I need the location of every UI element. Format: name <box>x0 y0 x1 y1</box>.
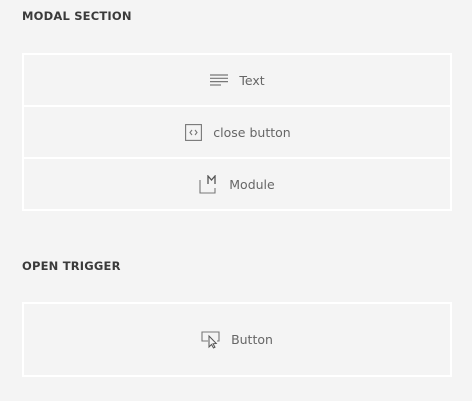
button-cursor-icon <box>201 330 221 350</box>
module-icon <box>199 174 219 194</box>
modal-item-module[interactable]: Module <box>22 157 452 211</box>
trigger-item-button[interactable]: Button <box>22 302 452 377</box>
modal-section-title: MODAL SECTION <box>22 9 132 23</box>
modal-section-list: Text close button Module <box>22 53 452 211</box>
trigger-item-label: Button <box>231 332 273 347</box>
open-trigger-title: OPEN TRIGGER <box>22 259 121 273</box>
page: MODAL SECTION Text close button Module O… <box>0 0 472 401</box>
modal-item-label: Text <box>239 72 265 88</box>
code-icon <box>183 122 203 142</box>
text-lines-icon <box>209 70 229 90</box>
modal-item-label: Module <box>229 176 275 192</box>
modal-item-text[interactable]: Text <box>22 53 452 107</box>
modal-item-close-button[interactable]: close button <box>22 105 452 159</box>
modal-item-label: close button <box>213 124 291 140</box>
open-trigger-list: Button <box>22 302 452 377</box>
